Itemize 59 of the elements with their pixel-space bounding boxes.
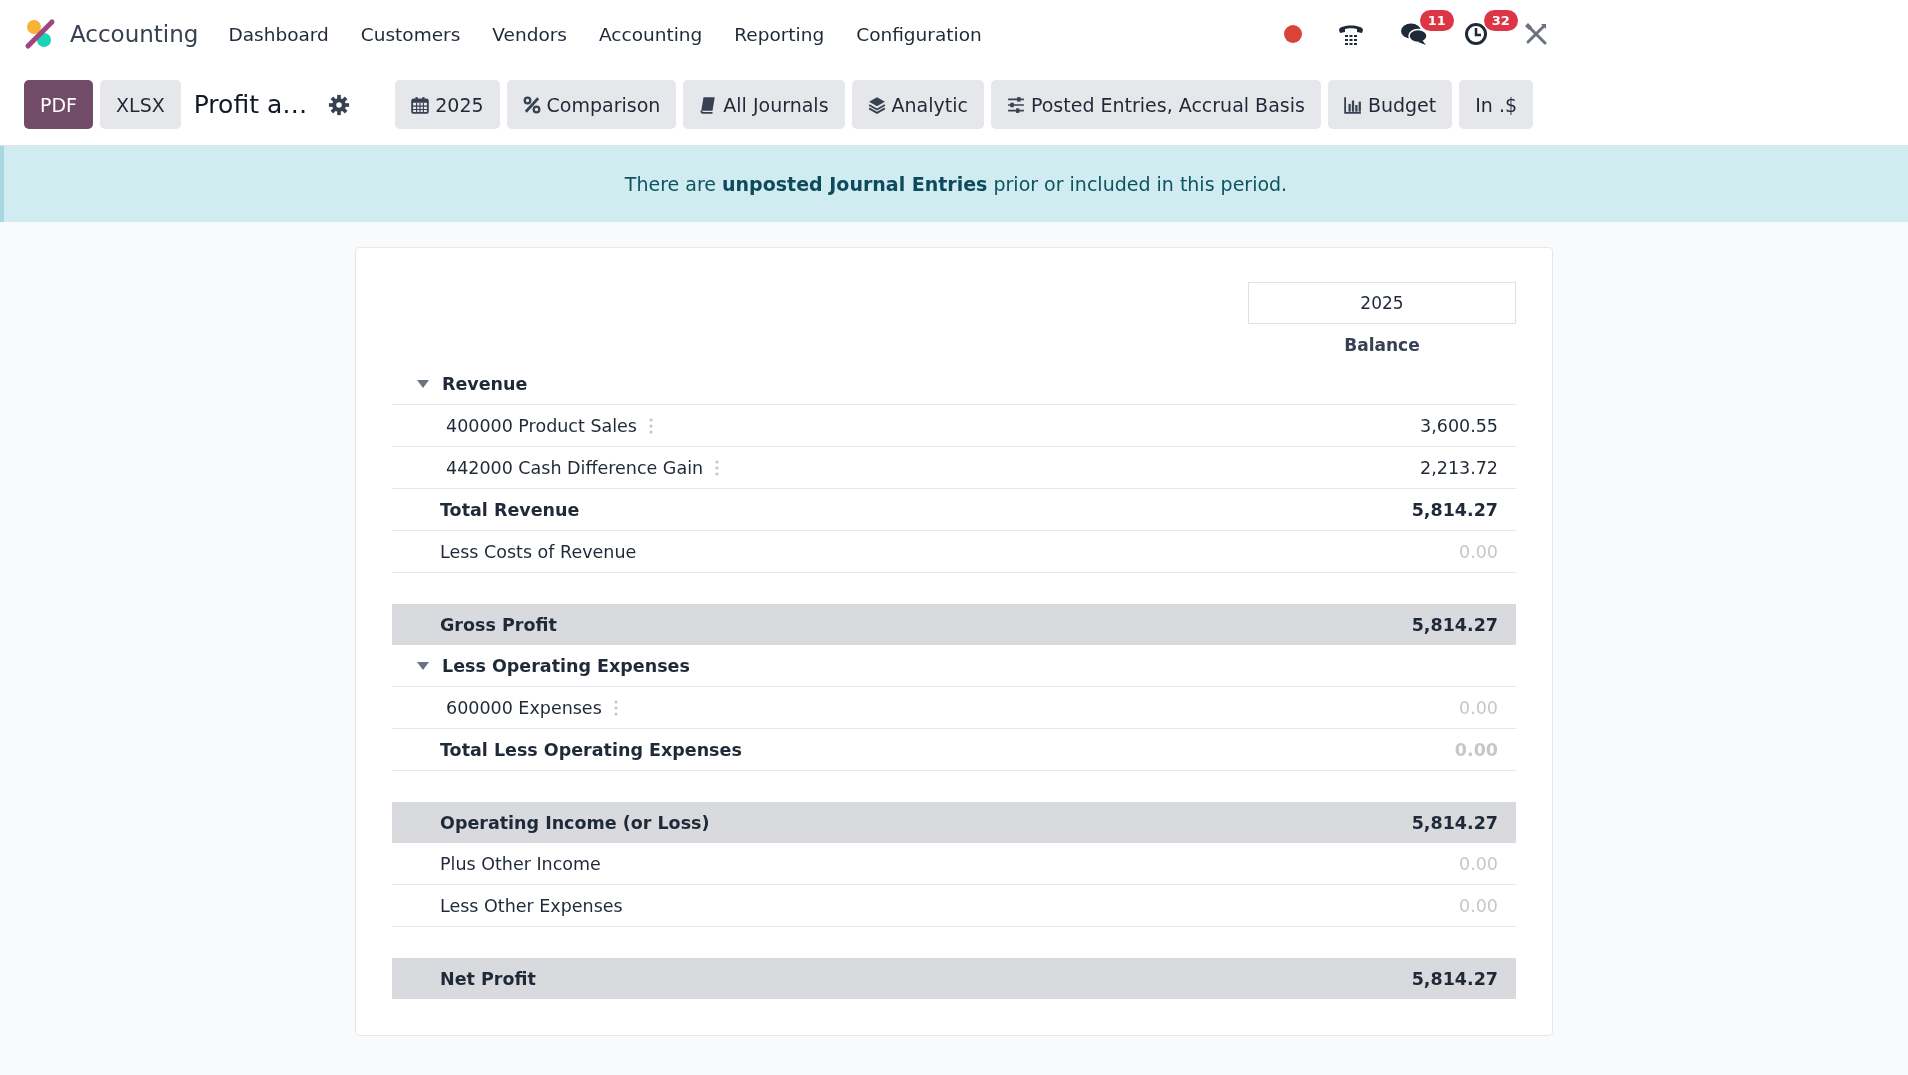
row-label: Total Revenue (440, 499, 580, 520)
balance-value: 5,814.27 (1411, 812, 1499, 833)
menu-item[interactable]: Vendors (492, 23, 567, 45)
balance-value: 2,213.72 (1420, 457, 1499, 478)
balance-value: 5,814.27 (1411, 614, 1499, 635)
menu-item[interactable]: Accounting (598, 23, 703, 45)
bar-chart-icon (1343, 95, 1362, 114)
chat-icon[interactable] (1399, 22, 1428, 46)
menu-item[interactable]: Customers (360, 23, 461, 45)
filter-button[interactable]: Budget (1327, 80, 1453, 129)
balance-value: 5,814.27 (1411, 968, 1499, 989)
filter-button[interactable]: Posted Entries, Accrual Basis (990, 80, 1321, 129)
menu-item[interactable]: Configuration (856, 23, 982, 45)
section-label[interactable]: Revenue (442, 373, 528, 394)
balance-value: 5,814.27 (1411, 499, 1499, 520)
caret-down-icon[interactable] (416, 660, 430, 671)
row-label: Net Profit (440, 968, 536, 989)
app-logo-icon[interactable] (24, 18, 56, 50)
sliders-icon (1006, 95, 1025, 114)
balance-value: 0.00 (1459, 853, 1499, 874)
balance-value: 0.00 (1459, 541, 1499, 562)
menu-item[interactable]: Reporting (734, 23, 825, 45)
crossed-tools-icon[interactable] (1523, 22, 1548, 46)
row-label: Less Other Expenses (440, 895, 623, 916)
count-badge: 11 (1419, 10, 1454, 31)
export-button[interactable]: XLSX (100, 80, 181, 129)
calendar-icon (411, 95, 430, 114)
book-icon (699, 95, 718, 114)
column-header: Balance (1343, 334, 1421, 357)
row-label: Plus Other Income (440, 853, 601, 874)
row-label: Operating Income (or Loss) (440, 812, 710, 833)
layers-icon (867, 95, 886, 114)
balance-value: 0.00 (1459, 895, 1499, 916)
filter-button[interactable]: 2025 (395, 80, 500, 129)
info-banner: There are unposted Journal Entries prior or included in this period. (0, 146, 1908, 222)
row-label: Total Less Operating Expenses (440, 739, 742, 760)
row-label: Less Costs of Revenue (440, 541, 637, 562)
row-label: Gross Profit (440, 614, 557, 635)
clock-icon[interactable] (1463, 22, 1488, 46)
row-label: 400000 Product Sales (446, 415, 637, 436)
percent-icon (522, 95, 541, 114)
balance-value: 0.00 (1454, 739, 1499, 760)
export-button[interactable]: PDF (24, 80, 94, 129)
row-label: 600000 Expenses (446, 697, 602, 718)
report-title: Profit a… (193, 90, 308, 119)
filter-button[interactable]: In .$ (1459, 80, 1534, 129)
filter-button[interactable]: Comparison (506, 80, 677, 129)
caret-down-icon[interactable] (416, 378, 430, 389)
menu-item[interactable]: Dashboard (228, 23, 329, 45)
settings-icon[interactable] (328, 93, 351, 116)
row-label: 442000 Cash Difference Gain (446, 457, 704, 478)
section-label[interactable]: Less Operating Expenses (442, 655, 690, 676)
balance-value: 0.00 (1459, 697, 1499, 718)
filter-button[interactable]: Analytic (851, 80, 984, 129)
filter-button[interactable]: All Journals (683, 80, 845, 129)
count-badge: 32 (1483, 10, 1518, 31)
balance-value: 3,600.55 (1420, 415, 1499, 436)
app-name[interactable]: Accounting (70, 21, 199, 47)
period-header: 2025 (1248, 282, 1516, 324)
